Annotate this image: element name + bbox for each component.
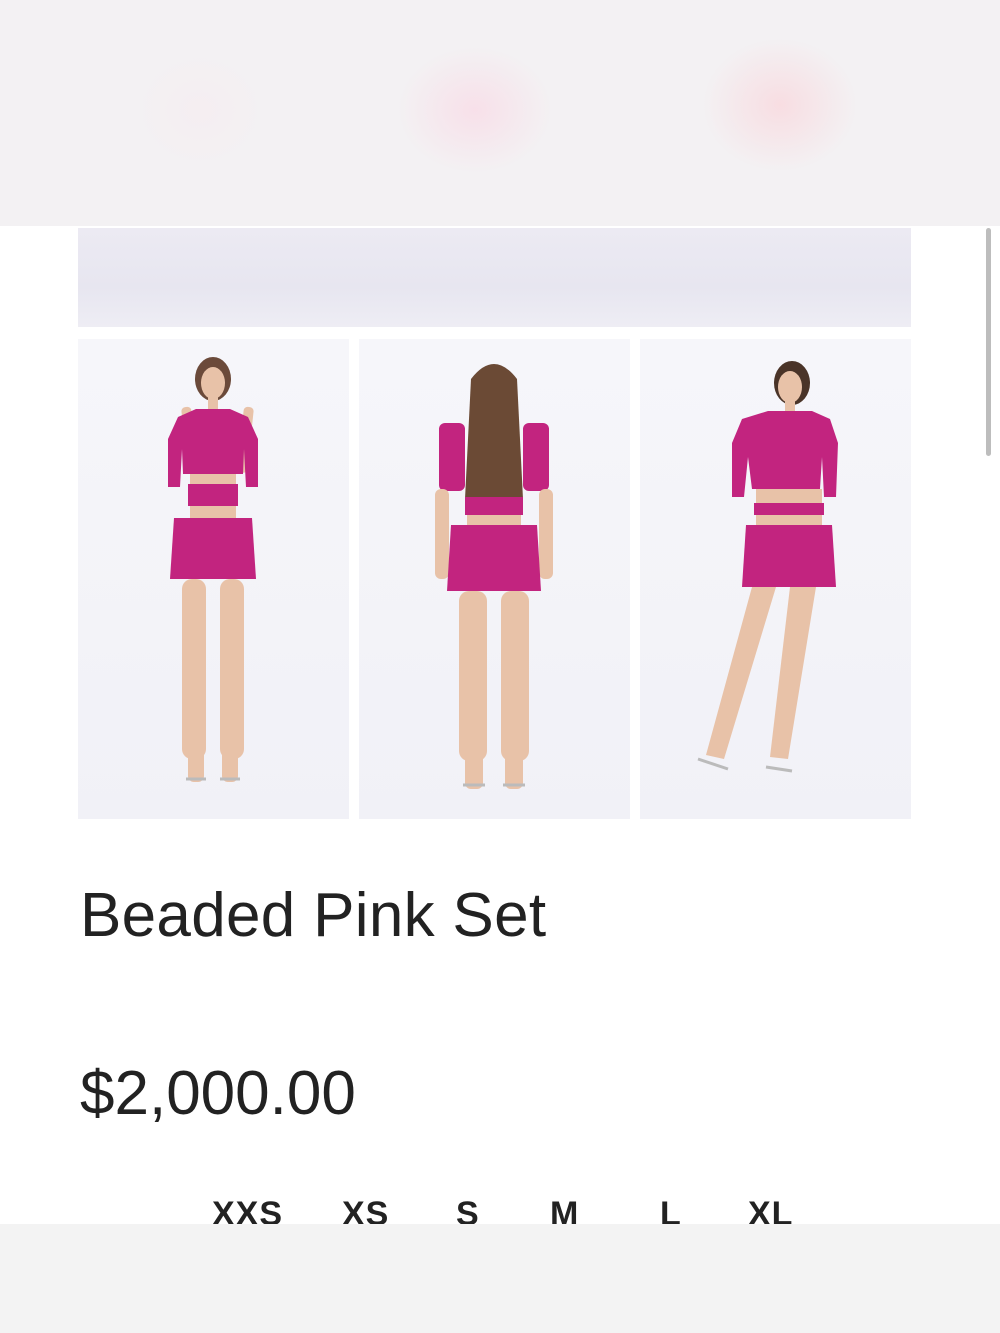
product-gallery — [0, 339, 1000, 819]
blurred-header-image — [0, 0, 1000, 226]
product-title: Beaded Pink Set — [80, 881, 547, 950]
product-price: $2,000.00 — [80, 1059, 356, 1128]
gallery-image-front[interactable] — [78, 339, 349, 819]
bottom-overlay-bar — [0, 1224, 1000, 1333]
gallery-image-side[interactable] — [640, 339, 911, 819]
gallery-image-back[interactable] — [359, 339, 630, 819]
blurred-banner-image — [78, 228, 911, 327]
